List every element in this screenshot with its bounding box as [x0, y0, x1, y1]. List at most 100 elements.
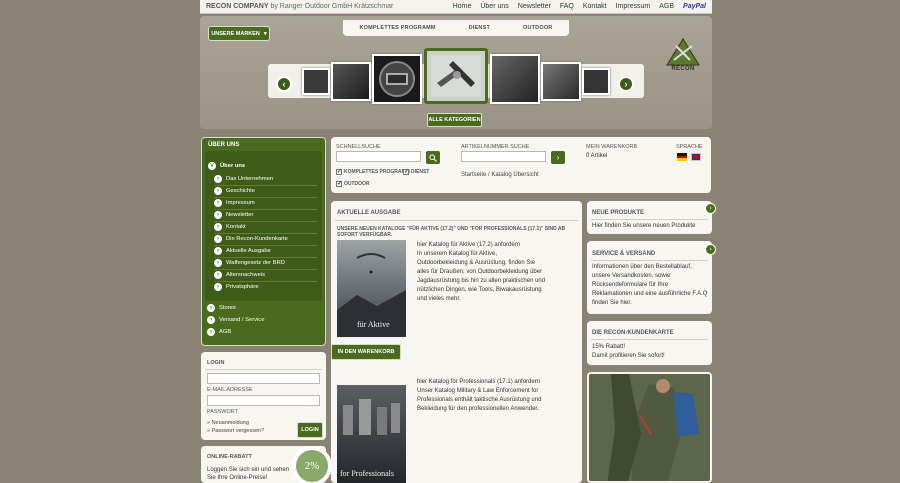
sidebar-item-agb[interactable]: › AGB: [207, 328, 231, 336]
recon-logo[interactable]: RECON: [662, 32, 704, 72]
tab-dienst[interactable]: DIENST: [469, 25, 490, 31]
category-tabs: KOMPLETTES PROGRAMM DIENST OUTDOOR: [343, 20, 569, 36]
quick-search-button[interactable]: [426, 151, 440, 164]
new-products-box[interactable]: NEUE PRODUKTE › Hier finden Sie unsere n…: [587, 201, 716, 234]
checkbox-checked-icon: ✓: [403, 169, 410, 175]
chevron-right-icon: ›: [709, 205, 712, 212]
sidebar-item-versand[interactable]: › Versand / Service: [207, 316, 264, 324]
carousel-prev-button[interactable]: ‹: [276, 76, 292, 92]
breadcrumb[interactable]: Startseite / Katalog Übersicht: [461, 171, 539, 179]
nav-faq[interactable]: FAQ: [560, 3, 574, 10]
login-button[interactable]: LOGIN: [297, 422, 323, 438]
carousel-thumb[interactable]: [490, 54, 540, 104]
online-rabatt-box: ONLINE-RABATT Loggen Sie sich ein und se…: [201, 446, 332, 483]
language-label: SPRACHE: [676, 144, 703, 150]
catalog-cover-text: for Professionals: [340, 469, 394, 478]
nav-agb[interactable]: AGB: [659, 3, 674, 10]
flag-de-icon[interactable]: [677, 153, 687, 161]
email-field[interactable]: [207, 373, 320, 384]
divider: [335, 220, 578, 221]
carousel-next-button[interactable]: ›: [618, 76, 634, 92]
sidebar-item-stores[interactable]: › Stores: [207, 304, 236, 312]
sidebar-item-newsletter[interactable]: › Newsletter: [214, 211, 253, 219]
nav-kontakt[interactable]: Kontakt: [583, 3, 607, 10]
cart-value[interactable]: 0 Artikel: [586, 152, 607, 160]
sidebar-item-waffengesetz[interactable]: › Waffengesetz der BRD: [214, 259, 285, 267]
service-text: unsere Versandkosten, sowie: [592, 273, 671, 279]
sidebar-item-kontakt[interactable]: › Kontakt: [214, 223, 246, 231]
check-komplettes-programm[interactable]: ✓ KOMPLETTES PROGRAMM: [336, 169, 410, 175]
carousel-thumb[interactable]: [541, 62, 581, 101]
catalog-cover-text: für Aktive: [357, 320, 390, 329]
chevron-right-icon: ›: [207, 328, 215, 336]
brand[interactable]: RECON COMPANY by Ranger Outdoor GmbH Krä…: [206, 3, 393, 10]
nav-ueber-uns[interactable]: Über uns: [480, 3, 508, 10]
chevron-right-icon: ›: [214, 247, 222, 255]
sidebar-item-altersnachweis[interactable]: › Altersnachweis: [214, 271, 265, 279]
chevron-right-icon: ›: [214, 187, 222, 195]
check-dienst[interactable]: ✓ DIENST: [403, 169, 429, 175]
recon-logo-text: RECON: [671, 66, 695, 72]
sidebar-item-aktuelle-ausgabe[interactable]: › Aktuelle Ausgabe: [214, 247, 271, 255]
tab-outdoor[interactable]: OUTDOOR: [523, 25, 553, 31]
customer-card-title: DIE RECON-KUNDENKARTE: [592, 330, 674, 336]
sidebar-item-privatsphaere[interactable]: › Privatsphäre: [214, 283, 259, 291]
catalog-professionals-link[interactable]: hier Katalog for Professionals (17.1) an…: [417, 378, 540, 386]
chevron-right-icon: ›: [214, 199, 222, 207]
nav-home[interactable]: Home: [453, 3, 472, 10]
sidebar-item-unternehmen[interactable]: › Das Unternehmen: [214, 175, 273, 183]
catalog-aktive-text: alles für Draußen; von Outdoorbekleidung…: [417, 269, 543, 275]
catalog-cover-professionals[interactable]: for Professionals: [337, 385, 406, 483]
catalog-professionals-text: Professionals enthält taktische Ausrüstu…: [417, 397, 542, 403]
password-label: PASSWORT: [207, 409, 238, 415]
flag-uk-icon[interactable]: [691, 153, 701, 161]
service-box[interactable]: SERVICE & VERSAND › Informationen über d…: [587, 241, 716, 314]
cart-label: MEIN WARENKORB: [586, 144, 638, 150]
catalog-aktive-text: Outdoorbekleidung & Ausrüstung, finden S…: [417, 260, 536, 266]
carousel-thumb-active[interactable]: [424, 48, 488, 104]
promo-image-outdoor[interactable]: [587, 372, 712, 483]
new-products-title: NEUE PRODUKTE: [592, 210, 645, 216]
nav-newsletter[interactable]: Newsletter: [518, 3, 551, 10]
divider: [591, 260, 708, 261]
sidebar-item-ueber-uns[interactable]: ˅ Über uns: [208, 162, 245, 170]
sidebar-item-kundenkarte[interactable]: › Die Recon-Kundenkarte: [214, 235, 288, 243]
add-to-cart-button[interactable]: IN DEN WARENKORB: [331, 344, 401, 360]
all-categories-button[interactable]: ALLE KATEGORIEN: [427, 113, 482, 127]
password-field[interactable]: [207, 395, 320, 406]
watch-icon: [379, 61, 415, 97]
sidebar-item-impressum[interactable]: › Impressum: [214, 199, 255, 207]
service-arrow[interactable]: ›: [705, 244, 716, 255]
catalog-cover-aktive[interactable]: für Aktive: [337, 240, 406, 337]
multitool-icon: [431, 55, 481, 97]
sidebar-title: ÜBER UNS: [208, 142, 240, 148]
carousel-thumb[interactable]: [582, 68, 610, 95]
check-outdoor[interactable]: ✓ OUTDOOR: [336, 181, 370, 187]
nav-impressum[interactable]: Impressum: [616, 3, 651, 10]
checkbox-checked-icon: ✓: [336, 181, 343, 187]
chevron-right-icon: ›: [624, 78, 628, 89]
article-search-button[interactable]: ›: [551, 151, 565, 164]
article-search-input[interactable]: [461, 151, 546, 162]
sidebar-item-geschichte[interactable]: › Geschichte: [214, 187, 255, 195]
top-nav: Home Über uns Newsletter FAQ Kontakt Imp…: [453, 3, 706, 10]
checkbox-checked-icon: ✓: [336, 169, 343, 175]
divider: [214, 281, 317, 282]
carousel-thumb[interactable]: [302, 68, 330, 95]
hiker-image: [589, 374, 710, 481]
tab-komplettes-programm[interactable]: KOMPLETTES PROGRAMM: [359, 25, 435, 31]
brands-button[interactable]: UNSERE MARKEN ▾: [208, 26, 270, 41]
service-text: Rücksendeformulare für Ihre: [592, 282, 669, 288]
quick-search-input[interactable]: [336, 151, 421, 162]
divider: [214, 197, 317, 198]
chevron-right-icon: ›: [214, 235, 222, 243]
catalog-aktive-text: In unserem Katalog für Aktive,: [417, 251, 498, 257]
carousel-thumb[interactable]: [331, 62, 371, 101]
catalog-aktive-link[interactable]: hier Katalog für Aktive (17.2) anfordern: [417, 241, 520, 249]
forgot-password-link[interactable]: » Passwort vergessen?: [207, 428, 264, 434]
register-link[interactable]: » Neuanmeldung: [207, 420, 249, 426]
paypal-logo[interactable]: PayPal: [683, 3, 706, 10]
customer-card-box[interactable]: DIE RECON-KUNDENKARTE 15% Rabatt! Damit …: [587, 321, 712, 365]
new-products-arrow[interactable]: ›: [705, 203, 716, 214]
carousel-thumb-watch[interactable]: [372, 54, 422, 104]
